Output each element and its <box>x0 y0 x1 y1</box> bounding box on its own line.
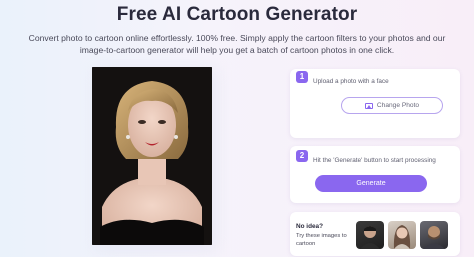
sample-thumb-2[interactable] <box>388 221 416 249</box>
page-title: Free AI Cartoon Generator <box>116 4 358 25</box>
sample-man-2-image <box>423 226 445 249</box>
change-photo-button[interactable]: Change Photo <box>341 97 443 114</box>
upload-step-panel: 1 Upload a photo with a face Change Phot… <box>290 69 460 138</box>
step-1-text: Upload a photo with a face <box>313 78 389 85</box>
generate-step-panel: 2 Hit the 'Generate' button to start pro… <box>290 146 460 203</box>
subtitle-line-2: image-to-cartoon generator will help you… <box>79 45 395 55</box>
sample-thumb-1[interactable] <box>356 221 384 249</box>
step-1-badge: 1 <box>296 71 308 83</box>
try-images-text: Try these images to cartoon <box>296 233 347 247</box>
sample-thumb-3[interactable] <box>420 221 448 249</box>
image-icon <box>364 102 373 109</box>
generate-button[interactable]: Generate <box>315 175 427 192</box>
sample-woman-image <box>393 225 411 249</box>
portrait-illustration <box>92 67 212 245</box>
no-idea-label: No idea? <box>296 223 323 230</box>
sample-man-1-image <box>360 226 380 249</box>
change-photo-label: Change Photo <box>376 102 420 109</box>
sample-images-panel: No idea? Try these images to cartoon <box>290 212 460 256</box>
step-2-text: Hit the 'Generate' button to start proce… <box>313 157 436 164</box>
uploaded-photo-preview <box>92 67 212 245</box>
subtitle-line-1: Convert photo to cartoon online effortle… <box>28 33 446 43</box>
step-2-badge: 2 <box>296 150 308 162</box>
